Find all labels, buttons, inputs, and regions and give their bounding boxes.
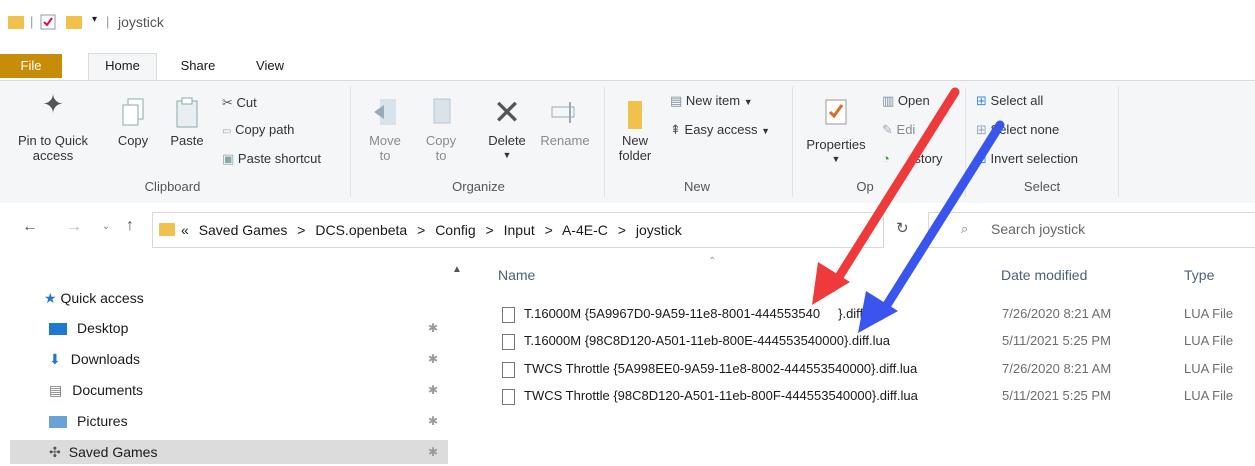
blue-arrow [858,120,1005,333]
red-arrow [812,87,960,305]
annotation-arrows [812,87,1005,333]
